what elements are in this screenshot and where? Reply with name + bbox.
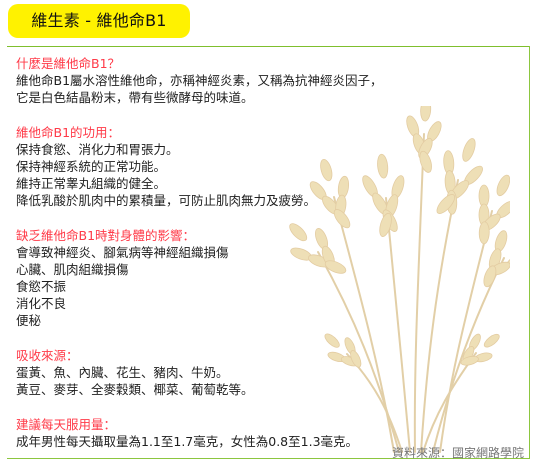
deficiency-line-2: 心臟、肌肉組織損傷	[16, 262, 129, 277]
right-border	[529, 46, 530, 458]
deficiency-heading: 缺乏維他命B1時對身體的影響：	[16, 228, 196, 243]
dosage-heading: 建議每天服用量：	[16, 417, 117, 432]
what-is-section: 什麼是維他命B1？ 維他命B1屬水溶性維他命，亦稱神經炎素，又稱為抗神經炎因子，…	[16, 55, 516, 106]
function-line-1: 保持食慾、消化力和胃張力。	[16, 142, 179, 157]
sources-line-1: 蛋黃、魚、內臟、花生、豬肉、牛奶。	[16, 365, 229, 380]
title-tab: 維生素 - 維他命B1	[8, 4, 190, 38]
sources-section: 吸收來源： 蛋黃、魚、內臟、花生、豬肉、牛奶。 黃豆、麥芽、全麥穀類、椰菜、葡萄…	[16, 347, 516, 398]
deficiency-line-1: 會導致神經炎、腳氣病等神經組織損傷	[16, 245, 229, 260]
sources-heading: 吸收來源：	[16, 348, 79, 363]
dosage-section: 建議每天服用量： 成年男性每天攝取量為1.1至1.7毫克，女性為0.8至1.3毫…	[16, 416, 516, 450]
vitamin-b1-info-card: 維生素 - 維他命B1 什麼是維他命B1？ 維他命B1屬水溶性維他命，亦稱神經炎…	[0, 0, 536, 473]
function-line-3: 維持正常睾丸組織的健全。	[16, 176, 167, 191]
function-heading: 維他命B1的功用：	[16, 125, 121, 140]
what-is-line-1: 維他命B1屬水溶性維他命，亦稱神經炎素，又稱為抗神經炎因子，	[16, 73, 383, 88]
header-divider	[7, 46, 530, 47]
what-is-heading: 什麼是維他命B1？	[16, 56, 121, 71]
deficiency-section: 缺乏維他命B1時對身體的影響： 會導致神經炎、腳氣病等神經組織損傷 心臟、肌肉組…	[16, 227, 516, 329]
what-is-line-2: 它是白色結晶粉末，帶有些微酵母的味道。	[16, 90, 254, 105]
article-content: 什麼是維他命B1？ 維他命B1屬水溶性維他命，亦稱神經炎素，又稱為抗神經炎因子，…	[16, 55, 516, 468]
deficiency-line-3: 食慾不振	[16, 279, 67, 294]
function-line-2: 保持神經系統的正常功能。	[16, 159, 167, 174]
deficiency-line-4: 消化不良	[16, 296, 67, 311]
function-line-4: 降低乳酸於肌肉中的累積量，可防止肌肉無力及疲勞。	[16, 193, 317, 208]
deficiency-line-5: 便秘	[16, 313, 42, 328]
source-credit: 資料來源：國家網路學院	[391, 446, 524, 460]
sources-line-2: 黃豆、麥芽、全麥穀類、椰菜、葡萄乾等。	[16, 382, 254, 397]
function-section: 維他命B1的功用： 保持食慾、消化力和胃張力。 保持神經系統的正常功能。 維持正…	[16, 124, 516, 209]
